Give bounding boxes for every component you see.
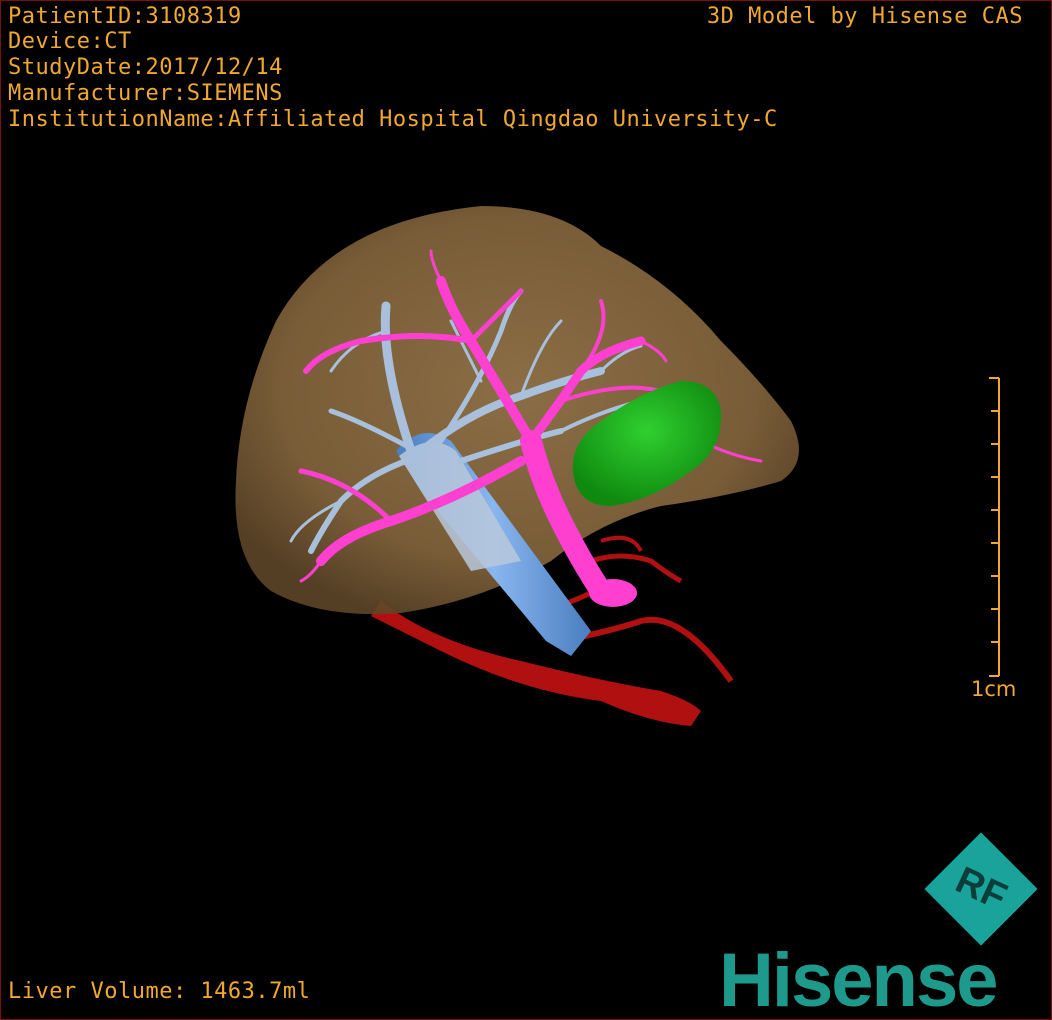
- manufacturer-row: ManufacturerSIEMENS: [8, 81, 283, 106]
- study-date-value: 2017/12/14: [145, 55, 283, 80]
- model-credit: 3D Model by Hisense CAS: [706, 4, 1023, 29]
- manufacturer-value: SIEMENS: [186, 81, 283, 106]
- device-row: DeviceCT: [8, 29, 132, 54]
- study-date-label: StudyDate: [8, 55, 145, 80]
- study-date-row: StudyDate2017/12/14: [8, 55, 283, 80]
- institution-row: InstitutionNameAffiliated Hospital Qingd…: [8, 107, 778, 132]
- institution-value: Affiliated Hospital Qingdao University-C: [227, 107, 778, 132]
- portal-vein-stump: [589, 579, 637, 607]
- device-label: Device: [8, 29, 104, 54]
- scale-label: 1cm: [971, 677, 1017, 701]
- liver-volume: Liver Volume: 1463.7ml: [8, 979, 311, 1004]
- brand-logo: Hisense: [719, 938, 998, 1020]
- patient-id-label: PatientID: [8, 4, 145, 29]
- scale-bar: [989, 377, 1000, 677]
- 3d-viewport[interactable]: PatientID3108319 DeviceCT StudyDate2017/…: [0, 0, 1052, 1020]
- manufacturer-label: Manufacturer: [8, 81, 187, 106]
- patient-id-row: PatientID3108319: [8, 4, 242, 29]
- institution-label: InstitutionName: [8, 107, 228, 132]
- patient-id-value: 3108319: [145, 4, 242, 29]
- device-value: CT: [104, 29, 132, 54]
- liver-3d-render[interactable]: [1, 1, 1051, 1019]
